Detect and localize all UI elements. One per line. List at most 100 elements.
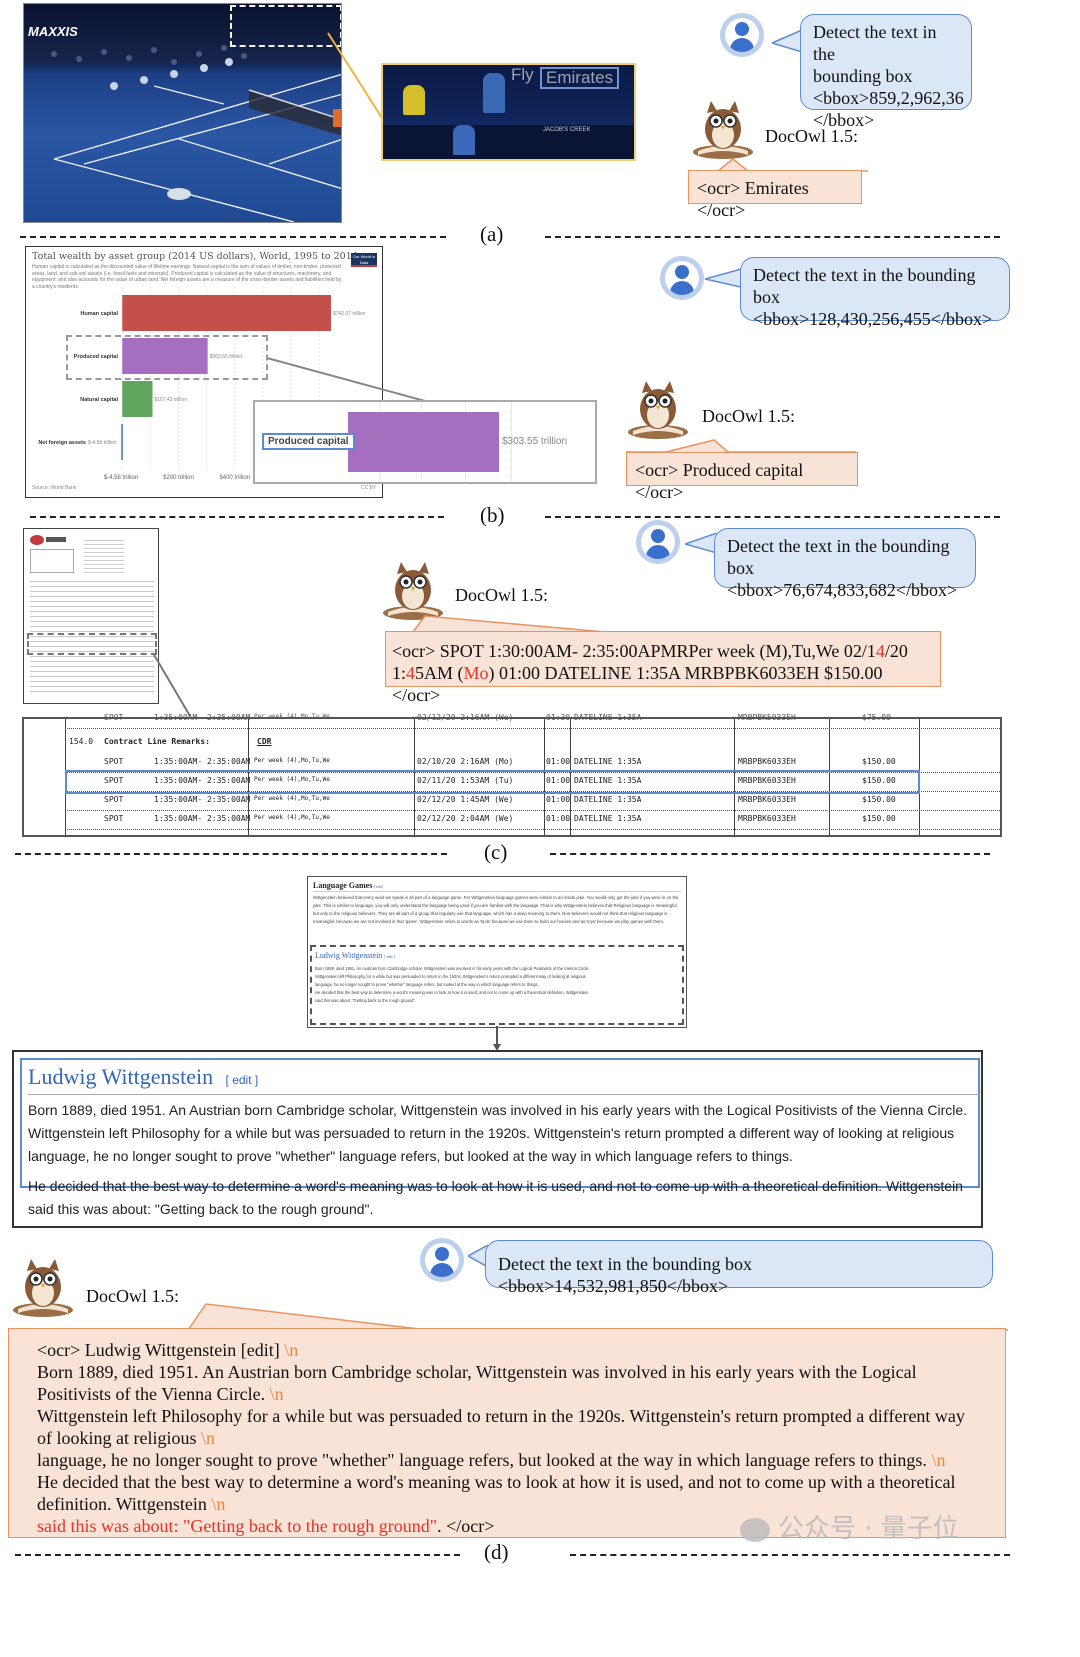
owl-mascot-icon (383, 562, 443, 620)
value-label: $107.43 trillion (154, 397, 187, 403)
panel-separator (545, 236, 1000, 238)
wiki-section-zoom: Ludwig Wittgenstein [ edit ] Born 1889, … (12, 1050, 983, 1228)
table-cell-program: DATELINE 1:35A (574, 757, 642, 766)
tennis-court-image: MAXXIS (23, 3, 342, 223)
table-cell-code: MRBPBK6033EH (738, 795, 796, 804)
category-label: Natural capital (80, 397, 118, 403)
response-line: He decided that the best way to determin… (37, 1472, 956, 1492)
wiki-edit-link[interactable]: [ edit ] (226, 1073, 259, 1087)
model-name-label: DocOwl 1.5: (702, 406, 795, 426)
bar-natural-capital (122, 381, 153, 417)
user-prompt-bubble: Detect the text in the bounding box <bbo… (485, 1240, 993, 1296)
category-label: Human capital (80, 311, 118, 317)
panel-separator (545, 516, 1000, 518)
model-name-label: DocOwl 1.5: (765, 126, 858, 146)
user-prompt-bubble: Detect the text in the bounding box <bbo… (714, 528, 976, 600)
model-response-box: <ocr> Produced capital </ocr> (626, 452, 858, 502)
dashed-highlight: Ludwig Wittgenstein [ edit ] Born 1889, … (310, 945, 684, 1025)
table-cell-time: 1:35:00AM- 2:35:00AM (154, 814, 251, 823)
panel-separator (30, 516, 444, 518)
user-avatar-icon (636, 520, 680, 564)
newline-marker: \n (269, 1384, 284, 1404)
table-cell-date: 02/12/20 1:45AM (We) (417, 795, 514, 804)
zoomed-chart-crop: Produced capital $303.55 trillion (253, 400, 597, 484)
owl-mascot-icon (628, 381, 688, 439)
connector-line (327, 32, 383, 119)
newline-marker: \n (284, 1340, 299, 1360)
table-cell-amount: $150.00 (862, 795, 896, 804)
table-cell-code: MRBPBK6033EH (738, 814, 796, 823)
bbox-highlight (65, 770, 920, 794)
user-avatar-icon (720, 13, 764, 57)
zoomed-label-bbox: Produced capital (262, 433, 355, 450)
table-row: SPOT 1:35:00AM- 2:35:00AM Per week (4),Mo,… (24, 814, 1000, 828)
user-prompt-bubble: Detect the text in the bounding box <bbo… (740, 257, 1010, 329)
model-name-label: DocOwl 1.5: (455, 585, 548, 605)
panel-separator (15, 1554, 460, 1556)
panel-label-c: (c) (484, 840, 508, 864)
category-label: Net foreign assets (38, 440, 86, 446)
wiki-line: Wittgenstein left Philosophy for a while… (28, 1125, 955, 1141)
table-cell-freq: Per week (4),Mo,Tu,We (254, 757, 330, 764)
table-cell-amount: $150.00 (862, 757, 896, 766)
value-label: $742.07 trillion (333, 311, 366, 317)
user-avatar-icon (420, 1238, 464, 1282)
connector-arrow (493, 1026, 501, 1051)
table-row: SPOT 1:35:00AM- 2:35:00AM Per week (4),Mo,… (24, 757, 1000, 771)
zoomed-crop: Fly Emirates JACOB'S CREEK (381, 63, 636, 161)
model-response-box: <ocr> Emirates </ocr> (688, 170, 862, 220)
wiki-line: language, he no longer sought to prove "… (28, 1148, 793, 1164)
contract-line-remarks: 154.0 Contract Line Remarks: CDR (69, 737, 272, 746)
invoice-table-zoom: SPOT 1:35:00AM- 2:35:00AM Per week (4),M… (22, 713, 1002, 837)
panel-label-b: (b) (480, 503, 505, 527)
model-response-box: <ocr> SPOT 1:30:00AM- 2:35:00APMRPer wee… (385, 631, 941, 705)
row-divider (65, 829, 1000, 830)
newline-marker: \n (211, 1494, 226, 1514)
user-avatar-icon (660, 256, 704, 300)
bubble-tail (685, 533, 717, 554)
value-label: $-4.58 trillion (88, 440, 117, 446)
watermark: 公众号 · 量子位 (740, 1508, 959, 1545)
wiki-title: Ludwig Wittgenstein (28, 1064, 214, 1089)
invoice-thumbnail (23, 528, 159, 704)
panel-separator (15, 853, 447, 855)
zoomed-bar-produced (348, 412, 499, 472)
response-line: Positivists of the Vienna Circle. \n (37, 1384, 284, 1404)
response-line: of looking at religious \n (37, 1428, 215, 1448)
panel-separator (20, 236, 446, 238)
wiki-thumbnail: Language Games [edit] Wittgenstein belie… (307, 876, 687, 1028)
chart-license: CC BY (361, 485, 377, 491)
table-cell-freq: Per week (4),Mo,Tu,We (254, 795, 330, 802)
table-cell-type: SPOT (104, 814, 124, 823)
table-cell-len: 01:00 (546, 757, 571, 766)
wiki-line: He decided that the best way to determin… (28, 1178, 963, 1194)
fly-text: Fly (511, 65, 534, 84)
thumb-paragraph: Wittgenstein believed that every word we… (313, 895, 679, 924)
table-cell-program: DATELINE 1:35A (574, 814, 642, 823)
bar-net-foreign-assets (121, 424, 123, 460)
row-divider (65, 810, 1000, 811)
connector-line (152, 652, 191, 717)
chart-source: Source: World Bank (32, 485, 77, 491)
bubble-tail (772, 30, 802, 53)
x-tick-label: $400 trillion (219, 475, 250, 481)
response-line: language, he no longer sought to prove "… (37, 1450, 946, 1470)
dashed-highlight (27, 633, 157, 655)
panel-separator (570, 1554, 1010, 1556)
model-response-box: <ocr> Ludwig Wittgenstein [edit] \n Born … (8, 1328, 1006, 1538)
dashed-highlight (66, 335, 268, 380)
table-cell-len: 01:00 (546, 795, 571, 804)
table-cell-program: DATELINE 1:35A (574, 795, 642, 804)
table-cell-time: 1:35:00AM- 2:35:00AM (154, 795, 251, 804)
table-cell-date: 02/12/20 2:04AM (We) (417, 814, 514, 823)
panel-label-a: (a) (480, 222, 504, 246)
table-cell-type: SPOT (104, 757, 124, 766)
panel-separator (550, 853, 990, 855)
newline-marker: \n (931, 1450, 946, 1470)
emirates-bbox: Emirates (540, 67, 620, 89)
owid-badge: Our World in Data (351, 253, 377, 267)
wiki-line: said this was about: "Getting back to th… (28, 1201, 374, 1217)
user-prompt-bubble: Detect the text in the bounding box <bbo… (800, 14, 972, 130)
chart-title: Total wealth by asset group (2014 US dol… (32, 251, 358, 262)
table-row-partial: SPOT 1:35:00AM- 2:35:00AM Per week (4),M… (104, 713, 891, 722)
